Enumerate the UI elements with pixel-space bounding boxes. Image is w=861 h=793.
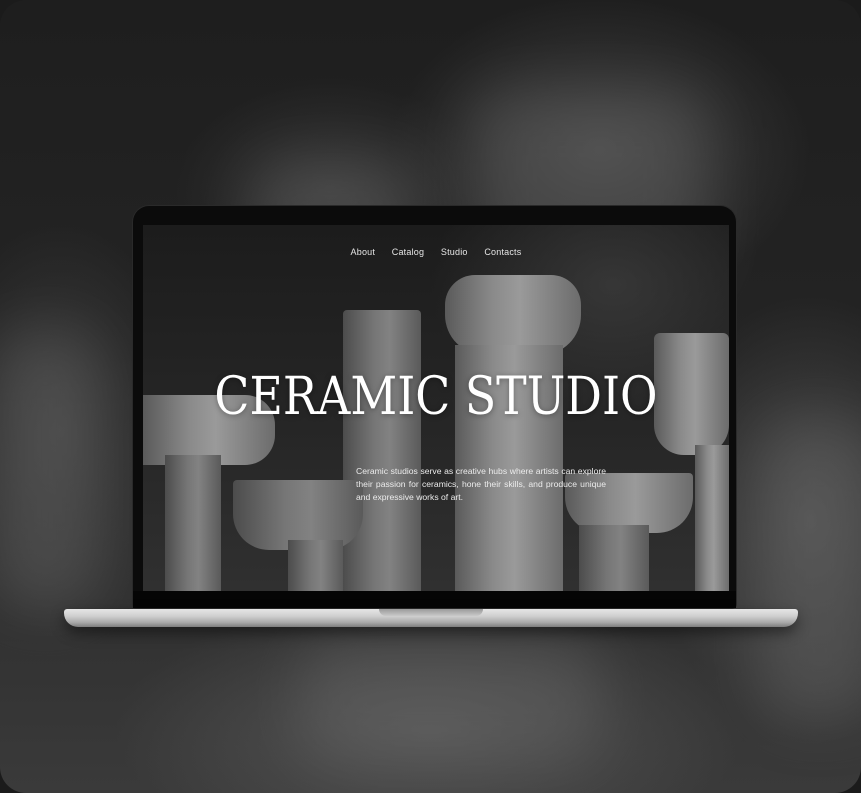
- mockup-background: About Catalog Studio Contacts CERAMIC ST…: [0, 0, 861, 793]
- hero-title: CERAMIC STUDIO: [214, 367, 658, 427]
- nav-item-catalog[interactable]: Catalog: [392, 247, 424, 257]
- nav-item-about[interactable]: About: [351, 247, 376, 257]
- blurred-vase-shape: [300, 640, 600, 760]
- vase-image: [695, 445, 729, 591]
- vase-image: [343, 310, 421, 591]
- vase-image: [165, 455, 221, 591]
- vase-image: [579, 525, 649, 591]
- top-navigation: About Catalog Studio Contacts: [143, 247, 729, 257]
- nav-item-studio[interactable]: Studio: [441, 247, 468, 257]
- hero-description: Ceramic studios serve as creative hubs w…: [356, 466, 606, 502]
- vase-image: [445, 275, 581, 355]
- nav-item-contacts[interactable]: Contacts: [484, 247, 521, 257]
- laptop-hinge: [133, 591, 736, 608]
- blurred-vase-shape: [760, 420, 861, 720]
- laptop-screen: About Catalog Studio Contacts CERAMIC ST…: [143, 225, 729, 591]
- blurred-vase-shape: [0, 330, 100, 610]
- laptop-notch: [379, 609, 483, 616]
- vase-image: [288, 540, 343, 591]
